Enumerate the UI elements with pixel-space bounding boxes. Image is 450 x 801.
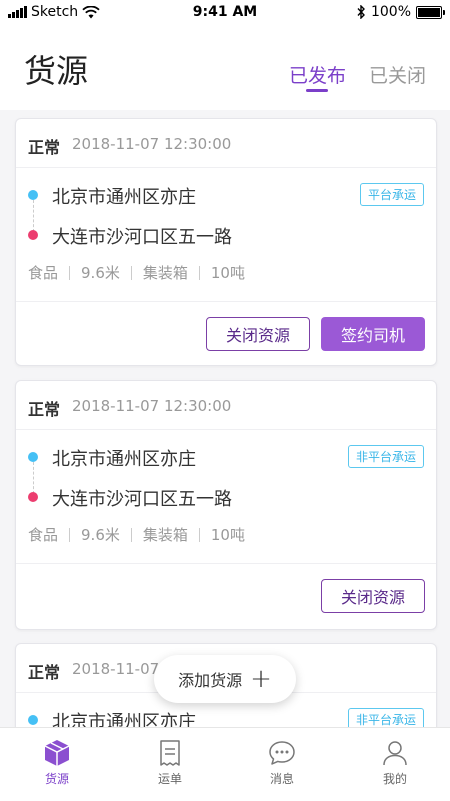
cargo-card[interactable]: 正常 2018-11-07 12:30:00 北京市通州区亦庄 平台承运 大连市… [15,118,437,366]
status-bar: Sketch 9:41 AM 100% [0,0,450,26]
status-label: 正常 [28,663,61,682]
tab-indicator [306,89,328,92]
destination-address: 大连市沙河口区五一路 [52,489,232,510]
cargo-type: 食品 [28,264,59,282]
bottom-tab-bar: 货源 运单 消息 我的 [0,727,450,801]
spec-divider [69,527,71,542]
card-footer: 关闭资源 [16,563,436,629]
publish-time: 2018-11-07 12:30:00 [72,397,232,415]
cargo-specs: 食品 9.6米 集装箱 10吨 [28,524,245,545]
spec-divider [198,265,200,280]
add-cargo-label: 添加货源 [178,671,243,690]
close-resource-button[interactable]: 关闭资源 [206,317,310,351]
publish-time: 2018-11-07 [72,660,160,678]
cargo-specs: 食品 9.6米 集装箱 10吨 [28,262,245,283]
destination-dot-icon [28,230,38,240]
destination-dot-icon [28,492,38,502]
tabbar-label: 消息 [269,772,294,786]
tabbar-item-profile[interactable]: 我的 [355,738,435,787]
add-cargo-button[interactable]: 添加货源 + [154,655,296,703]
cargo-card[interactable]: 正常 2018-11-07 12:30:00 北京市通州区亦庄 非平台承运 大连… [15,380,437,630]
bluetooth-icon [357,5,365,19]
close-resource-button[interactable]: 关闭资源 [321,579,425,613]
document-icon [160,740,180,766]
truck-type: 集装箱 [142,526,188,544]
destination-address: 大连市沙河口区五一路 [52,227,232,248]
truck-length: 9.6米 [81,526,120,544]
battery-label: 100% [370,4,411,20]
tab-closed[interactable]: 已关闭 [369,61,426,88]
truck-length: 9.6米 [81,264,120,282]
tabbar-item-messages[interactable]: 消息 [242,738,322,787]
origin-address: 北京市通州区亦庄 [52,187,196,208]
page-title: 货源 [24,52,89,90]
spec-divider [69,265,71,280]
status-label: 正常 [28,138,61,157]
truck-type: 集装箱 [142,264,188,282]
plus-icon: + [250,664,272,694]
battery-icon [416,5,445,19]
origin-address: 北京市通州区亦庄 [52,449,196,470]
card-footer: 关闭资源 签约司机 [16,301,436,365]
box-icon [44,740,70,766]
tab-published[interactable]: 已发布 [289,61,346,88]
chat-icon [269,741,295,765]
user-icon [383,741,407,766]
spec-divider [130,265,132,280]
spec-divider [130,527,132,542]
cargo-weight: 10吨 [210,264,245,282]
origin-dot-icon [28,452,38,462]
spec-divider [198,527,200,542]
sign-driver-button[interactable]: 签约司机 [321,317,425,351]
page-header: 货源 已发布 已关闭 [0,26,450,110]
origin-dot-icon [28,190,38,200]
cargo-weight: 10吨 [210,526,245,544]
route-line [33,200,35,232]
status-label: 正常 [28,400,61,419]
origin-dot-icon [28,715,38,725]
carrier-badge: 平台承运 [359,183,424,206]
tabbar-label: 货源 [44,772,69,786]
card-header: 正常 2018-11-07 12:30:00 [16,381,436,430]
cargo-type: 食品 [28,526,59,544]
carrier-badge: 非平台承运 [347,445,424,468]
tabbar-item-waybill[interactable]: 运单 [130,738,210,787]
tabbar-label: 运单 [157,772,182,786]
tabbar-label: 我的 [382,772,407,786]
card-header: 正常 2018-11-07 12:30:00 [16,119,436,168]
status-right: 100% [356,4,445,20]
route-line [33,462,35,494]
tabbar-item-cargo[interactable]: 货源 [17,738,97,787]
publish-time: 2018-11-07 12:30:00 [72,135,232,153]
